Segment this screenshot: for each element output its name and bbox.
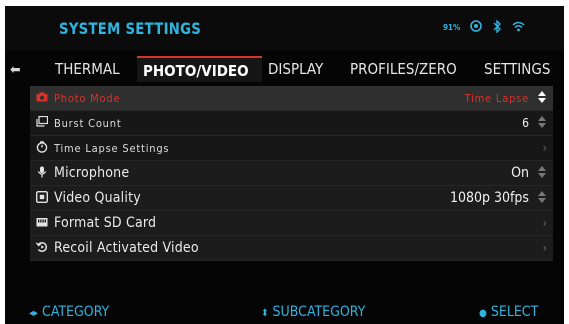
menu-item-microphone[interactable]: Microphone On bbox=[30, 161, 553, 186]
status-icons: 91% bbox=[443, 18, 525, 37]
menu-item-label: Time Lapse Settings bbox=[54, 141, 170, 155]
menu-item-format-sd-card[interactable]: Format SD Card › bbox=[30, 211, 553, 236]
up-down-arrows-icon[interactable] bbox=[535, 190, 549, 207]
tab-settings[interactable]: SETTINGS bbox=[478, 56, 564, 82]
menu-item-label: Format SD Card bbox=[54, 215, 157, 231]
battery-icon: 91% bbox=[443, 23, 461, 32]
microphone-icon bbox=[30, 166, 54, 181]
menu-item-value: On bbox=[511, 165, 529, 181]
bluetooth-icon bbox=[492, 18, 502, 37]
category-hint: ◂▸ CATEGORY bbox=[29, 304, 109, 320]
up-down-arrows-icon[interactable] bbox=[535, 115, 549, 132]
up-down-arrows-icon: ⬍ bbox=[261, 308, 269, 319]
settings-list: Photo Mode Time Lapse Burst Count 6 Time… bbox=[30, 86, 553, 261]
target-icon bbox=[470, 20, 483, 36]
page-title: SYSTEM SETTINGS bbox=[59, 19, 202, 38]
category-hint-label: CATEGORY bbox=[42, 304, 110, 320]
back-arrow-icon[interactable]: ⬅ bbox=[10, 62, 21, 78]
chevron-right-icon[interactable]: › bbox=[543, 141, 547, 155]
menu-item-time-lapse-settings[interactable]: Time Lapse Settings › bbox=[30, 136, 553, 161]
tab-profiles-zero[interactable]: PROFILES/ZERO bbox=[344, 56, 478, 82]
timer-icon bbox=[30, 140, 54, 156]
subcategory-hint: ⬍ SUBCATEGORY bbox=[261, 304, 365, 320]
menu-item-label: Microphone bbox=[54, 165, 130, 181]
menu-item-value: 6 bbox=[522, 116, 529, 130]
chevron-right-icon[interactable]: › bbox=[543, 216, 547, 230]
burst-icon bbox=[30, 115, 54, 130]
chevron-right-icon[interactable]: › bbox=[543, 241, 547, 255]
up-down-arrows-icon[interactable] bbox=[535, 90, 549, 107]
recoil-video-icon bbox=[30, 241, 54, 256]
menu-item-photo-mode[interactable]: Photo Mode Time Lapse bbox=[30, 86, 553, 111]
menu-item-recoil-activated-video[interactable]: Recoil Activated Video › bbox=[30, 236, 553, 261]
menu-item-label: Photo Mode bbox=[54, 91, 121, 105]
menu-item-burst-count[interactable]: Burst Count 6 bbox=[30, 111, 553, 136]
select-hint: ● SELECT bbox=[479, 304, 538, 320]
select-hint-label: SELECT bbox=[490, 304, 539, 320]
tab-thermal[interactable]: THERMAL bbox=[49, 56, 137, 82]
camera-icon bbox=[30, 92, 54, 105]
sd-card-icon bbox=[30, 217, 54, 230]
subcategory-hint-label: SUBCATEGORY bbox=[272, 304, 366, 320]
menu-item-value: 1080p 30fps bbox=[449, 190, 529, 206]
left-right-arrows-icon: ◂▸ bbox=[29, 308, 39, 319]
tab-display[interactable]: DISPLAY bbox=[262, 56, 344, 82]
device-screen: SYSTEM SETTINGS 91% ⬅ THERMAL PHOTO/VIDE… bbox=[5, 6, 564, 324]
video-quality-icon bbox=[30, 190, 54, 206]
tab-photo-video[interactable]: PHOTO/VIDEO bbox=[137, 56, 262, 82]
menu-item-label: Recoil Activated Video bbox=[54, 240, 199, 256]
tab-bar: THERMAL PHOTO/VIDEO DISPLAY PROFILES/ZER… bbox=[49, 56, 564, 82]
top-bar: SYSTEM SETTINGS 91% bbox=[5, 6, 564, 50]
menu-item-value: Time Lapse bbox=[464, 91, 529, 105]
menu-item-label: Burst Count bbox=[54, 116, 122, 130]
wifi-icon bbox=[512, 21, 525, 36]
select-dot-icon: ● bbox=[479, 308, 487, 319]
menu-item-label: Video Quality bbox=[54, 190, 141, 206]
menu-item-video-quality[interactable]: Video Quality 1080p 30fps bbox=[30, 186, 553, 211]
bottom-hint-bar: ◂▸ CATEGORY ⬍ SUBCATEGORY ● SELECT bbox=[5, 300, 564, 324]
up-down-arrows-icon[interactable] bbox=[535, 165, 549, 182]
